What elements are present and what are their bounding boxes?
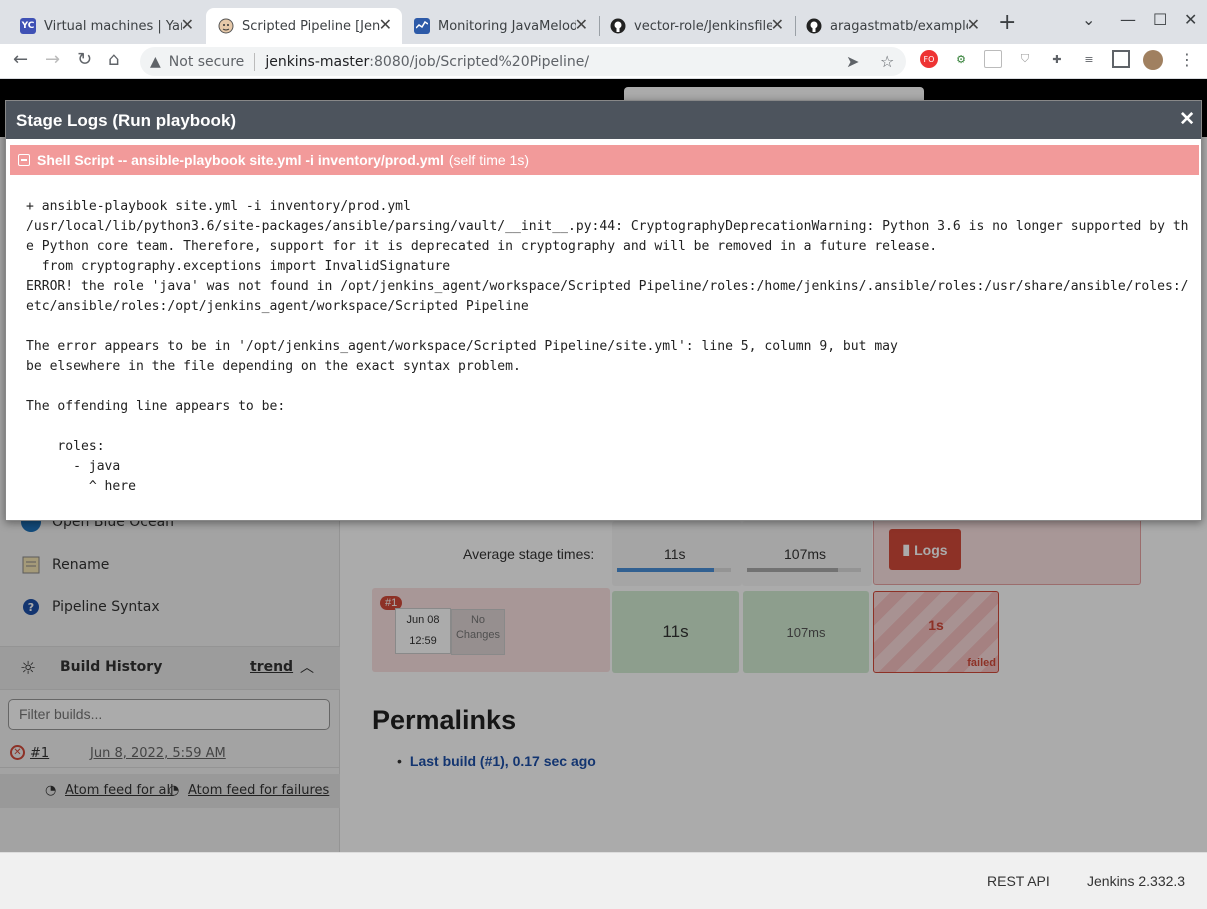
maximize-icon[interactable]: ☐	[1153, 10, 1167, 29]
url-host[interactable]: jenkins-master	[265, 54, 369, 70]
profile-avatar[interactable]	[1143, 50, 1163, 70]
browser-tab-jenkins[interactable]: Scripted Pipeline [Jenk ✕	[206, 8, 402, 44]
stage-logs-modal: Stage Logs (Run playbook) ✕ Shell Script…	[5, 100, 1202, 521]
tab-title: Scripted Pipeline [Jenk	[242, 18, 380, 34]
browser-tab-yandex[interactable]: YC Virtual machines | Yand ✕	[8, 8, 204, 44]
extension-grid-icon[interactable]	[984, 50, 1002, 68]
puzzle-icon[interactable]: ✚	[1048, 50, 1066, 68]
divider	[254, 52, 256, 71]
reload-icon[interactable]: ↻	[77, 49, 92, 70]
new-tab-button[interactable]: +	[998, 10, 1016, 35]
tab-title: Virtual machines | Yand	[44, 18, 182, 34]
github-icon	[806, 18, 822, 34]
extension-person-icon[interactable]: ⚙	[952, 50, 970, 68]
forward-arrow-icon[interactable]: →	[45, 49, 60, 70]
star-icon[interactable]: ☆	[880, 52, 894, 71]
browser-tab-javamelody[interactable]: Monitoring JavaMelody ✕	[402, 8, 598, 44]
home-icon[interactable]: ⌂	[108, 49, 119, 70]
kebab-menu-icon[interactable]: ⋮	[1178, 50, 1196, 69]
console-log: + ansible-playbook site.yml -i inventory…	[26, 199, 1189, 494]
jenkins-version-link[interactable]: Jenkins 2.332.3	[1087, 873, 1185, 889]
tab-title: Monitoring JavaMelody	[438, 18, 576, 34]
step-self-time: (self time 1s)	[448, 152, 529, 168]
side-panel-icon[interactable]	[1112, 50, 1130, 68]
warning-triangle-icon[interactable]: ▲	[150, 54, 161, 70]
modal-title: Stage Logs (Run playbook)	[16, 111, 237, 130]
shield-icon[interactable]: ⛉	[1016, 50, 1034, 68]
rest-api-link[interactable]: REST API	[987, 873, 1050, 889]
url-path[interactable]: :8080/job/Scripted%20Pipeline/	[369, 54, 589, 70]
tab-title: aragastmatb/example	[830, 18, 968, 34]
yandex-cloud-icon: YC	[20, 18, 36, 34]
browser-tab-strip: YC Virtual machines | Yand ✕ Scripted Pi…	[0, 0, 1207, 44]
tab-title: vector-role/Jenkinsfile	[634, 18, 772, 34]
not-secure-label[interactable]: Not secure	[169, 54, 245, 70]
close-icon[interactable]: ✕	[575, 15, 588, 34]
address-bar[interactable]: ▲ Not secure jenkins-master:8080/job/Scr…	[140, 47, 906, 76]
modal-header: Stage Logs (Run playbook) ✕	[6, 101, 1201, 139]
browser-tab-github-vector[interactable]: vector-role/Jenkinsfile ✕	[598, 8, 794, 44]
jenkins-footer: REST API Jenkins 2.332.3	[0, 852, 1207, 909]
browser-tab-github-aragast[interactable]: aragastmatb/example ✕	[794, 8, 990, 44]
github-icon	[610, 18, 626, 34]
media-queue-icon[interactable]: ≡	[1080, 50, 1098, 68]
close-icon[interactable]: ✕	[967, 15, 980, 34]
close-icon[interactable]: ✕	[181, 15, 194, 34]
close-icon[interactable]: ✕	[379, 15, 392, 34]
step-header-bar[interactable]: Shell Script -- ansible-playbook site.ym…	[10, 145, 1199, 175]
jenkins-icon	[218, 18, 234, 34]
extension-fo-icon[interactable]: FO	[920, 50, 938, 68]
step-title: Shell Script -- ansible-playbook site.ym…	[37, 152, 444, 168]
close-icon[interactable]: ✕	[1179, 108, 1195, 131]
back-arrow-icon[interactable]: ←	[13, 49, 28, 70]
close-icon[interactable]: ✕	[771, 15, 784, 34]
minimize-icon[interactable]: —	[1120, 10, 1136, 29]
monitor-icon	[414, 18, 430, 34]
send-icon[interactable]: ➤	[846, 52, 859, 71]
collapse-icon[interactable]	[18, 154, 30, 166]
chevron-down-icon[interactable]: ⌄	[1082, 10, 1095, 29]
close-window-icon[interactable]: ✕	[1184, 10, 1197, 29]
